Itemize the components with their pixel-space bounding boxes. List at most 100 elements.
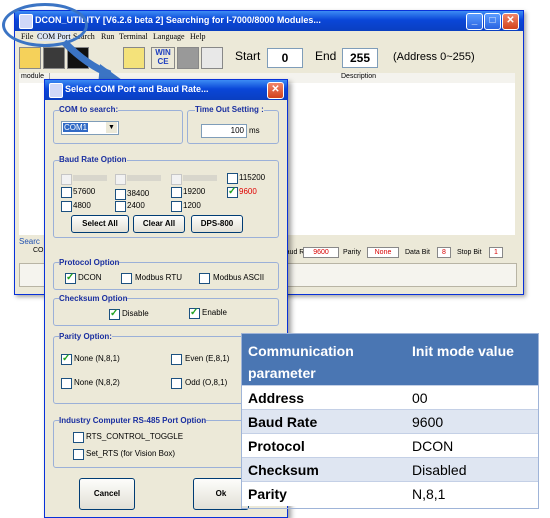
checksum-disable-label: Disable: [122, 309, 149, 318]
start-label: Start: [235, 49, 261, 63]
select-all-button[interactable]: Select All: [71, 215, 129, 233]
checksum-enable-checkbox[interactable]: [189, 307, 200, 319]
table-row: Address 00: [242, 385, 538, 410]
timeout-input[interactable]: 100: [201, 124, 247, 138]
end-label: End: [315, 49, 337, 63]
baud-disabled-checkbox: [171, 174, 182, 185]
wince-icon[interactable]: WIN CE: [151, 47, 175, 69]
rts-toggle-label: RTS_CONTROL_TOGGLE: [86, 432, 184, 441]
minimize-button[interactable]: _: [466, 13, 483, 30]
dialog-title-bar: Select COM Port and Baud Rate... ✕: [45, 80, 287, 100]
set-rts-checkbox[interactable]: [73, 449, 84, 460]
chevron-down-icon[interactable]: ▼: [106, 122, 117, 133]
baud-4800-checkbox[interactable]: [61, 201, 72, 212]
status-stopbit-label: Stop Bit: [457, 249, 482, 256]
close-button[interactable]: ✕: [502, 13, 519, 30]
cancel-button[interactable]: Cancel: [79, 478, 135, 510]
checksum-enable-label: Enable: [202, 308, 227, 317]
baud-title: Baud Rate Option: [59, 155, 127, 164]
table-row: Checksum Disabled: [242, 457, 538, 482]
row-param: Protocol: [248, 438, 305, 454]
parity-even-label: Even (E,8,1): [185, 354, 230, 363]
com-select-value: COM1: [63, 123, 89, 132]
blank-tool-icon[interactable]: [177, 47, 199, 69]
address-hint: (Address 0~255): [393, 51, 475, 63]
table-row: Baud Rate 9600: [242, 409, 538, 434]
status-databit-value: 8: [437, 247, 451, 258]
end-input[interactable]: 255: [342, 48, 378, 68]
dialog-title: Select COM Port and Baud Rate...: [65, 84, 209, 94]
status-com-label: CO: [33, 247, 44, 254]
parity-none-n81-label: None (N,8,1): [74, 354, 120, 363]
parity-none-n81-radio[interactable]: [61, 353, 72, 365]
protocol-title: Protocol Option: [59, 258, 120, 267]
parity-even-radio[interactable]: [171, 354, 182, 365]
status-parity-label: Parity: [343, 249, 361, 256]
protocol-modbus-rtu-label: Modbus RTU: [135, 273, 182, 282]
baud-57600-label: 57600: [73, 187, 96, 196]
com-search-label: COM to search:: [59, 105, 119, 114]
parity-odd-radio[interactable]: [171, 378, 182, 389]
row-param: Checksum: [248, 462, 319, 478]
status-parity-value: None: [367, 247, 399, 258]
status-baud-value: 9600: [303, 247, 339, 258]
rts-toggle-checkbox[interactable]: [73, 432, 84, 443]
protocol-modbus-ascii-checkbox[interactable]: [199, 273, 210, 284]
baud-57600-checkbox[interactable]: [61, 187, 72, 198]
col-description[interactable]: Description: [339, 73, 401, 83]
baud-disabled-option: [73, 175, 107, 181]
parity-odd-label: Odd (O,8,1): [185, 378, 228, 387]
com-select[interactable]: COM1 ▼: [61, 121, 119, 135]
baud-4800-label: 4800: [73, 201, 91, 210]
row-param: Parity: [248, 486, 287, 502]
row-param: Baud Rate: [248, 414, 318, 430]
baud-1200-label: 1200: [183, 201, 201, 210]
parity-none-n82-label: None (N,8,2): [74, 378, 120, 387]
status-stopbit-value: 1: [489, 247, 503, 258]
baud-9600-checkbox[interactable]: [227, 186, 238, 198]
search-status-label: Searc: [19, 237, 40, 246]
parity-none-n82-radio[interactable]: [61, 378, 72, 389]
checksum-title: Checksum Option: [59, 294, 128, 303]
table-row: Parity N,8,1: [242, 481, 538, 506]
baud-115200-checkbox[interactable]: [227, 173, 238, 184]
table-header: Communication parameter Init mode value: [242, 334, 538, 386]
baud-1200-checkbox[interactable]: [171, 201, 182, 212]
dps-800-button[interactable]: DPS-800: [191, 215, 243, 233]
row-value: 00: [412, 390, 428, 406]
checksum-disable-checkbox[interactable]: [109, 308, 120, 320]
protocol-dcon-label: DCON: [78, 273, 102, 282]
dialog-app-icon: [49, 83, 63, 98]
baud-disabled-checkbox: [115, 174, 126, 185]
menu-language[interactable]: Language: [153, 32, 185, 41]
start-input[interactable]: 0: [267, 48, 303, 68]
baud-2400-checkbox[interactable]: [115, 201, 126, 212]
baud-2400-label: 2400: [127, 201, 145, 210]
open-folder-icon[interactable]: [19, 47, 41, 69]
baud-38400-checkbox[interactable]: [115, 189, 126, 200]
protocol-modbus-ascii-label: Modbus ASCII: [213, 273, 265, 282]
row-value: 9600: [412, 414, 444, 430]
baud-19200-checkbox[interactable]: [171, 187, 182, 198]
title-bar: DCON_UTILITY [V6.2.6 beta 2] Searching f…: [15, 11, 523, 31]
dialog-close-button[interactable]: ✕: [267, 82, 284, 99]
baud-disabled-checkbox: [61, 174, 72, 185]
menu-help[interactable]: Help: [190, 32, 206, 41]
maximize-button[interactable]: □: [484, 13, 501, 30]
baud-19200-label: 19200: [183, 187, 206, 196]
protocol-dcon-checkbox[interactable]: [65, 272, 76, 284]
baud-disabled-option: [127, 175, 161, 181]
table-row: Protocol DCON: [242, 433, 538, 458]
parameter-table: Communication parameter Init mode value …: [241, 333, 539, 509]
header-value: Init mode value: [412, 343, 514, 359]
exit-icon[interactable]: [201, 47, 223, 69]
baud-9600-label: 9600: [239, 187, 257, 196]
baud-38400-label: 38400: [127, 189, 150, 198]
clear-all-button[interactable]: Clear All: [133, 215, 185, 233]
set-rts-label: Set_RTS (for Vision Box): [86, 449, 176, 458]
baud-115200-label: 115200: [239, 173, 266, 182]
rs485-title: Industry Computer RS-485 Port Option: [59, 416, 207, 425]
row-param: Address: [248, 390, 305, 406]
baud-disabled-option: [183, 175, 217, 181]
protocol-modbus-rtu-checkbox[interactable]: [121, 273, 132, 284]
